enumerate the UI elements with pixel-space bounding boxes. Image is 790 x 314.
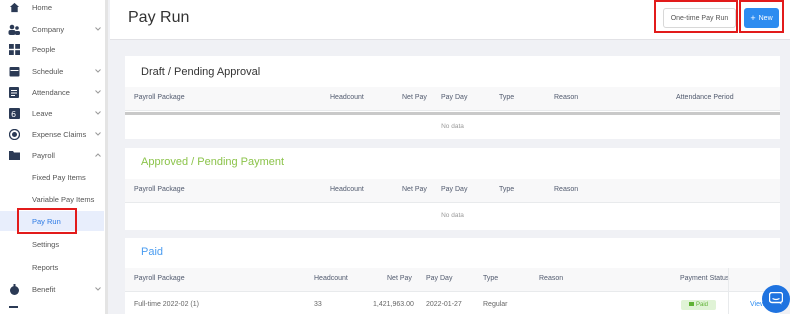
svg-text:6: 6 (11, 110, 16, 119)
column-header: Payroll Package (134, 186, 185, 193)
column-header: Reason (554, 94, 579, 101)
sidebar-item-people[interactable]: People (0, 39, 104, 59)
chevron-down-icon (94, 67, 102, 75)
empty-state-text: No data (441, 212, 464, 219)
fixed-column-divider (728, 268, 729, 314)
chevron-down-icon (94, 130, 102, 138)
sidebar-item-benefit[interactable]: Benefit (0, 279, 104, 299)
approved-pending-payment-card: Approved / Pending Payment Payroll Packa… (125, 148, 780, 230)
draft-pending-approval-card: Draft / Pending Approval Payroll Package… (125, 56, 780, 139)
chevron-down-icon (94, 109, 102, 117)
home-icon (8, 1, 20, 13)
payroll-icon (8, 149, 20, 161)
card-title: Paid (141, 246, 164, 258)
column-header: Type (483, 275, 499, 282)
chevron-down-icon (94, 285, 102, 293)
status-badge: Paid (681, 300, 716, 310)
horizontal-scrollbar[interactable] (125, 112, 780, 115)
sidebar-item-fixed-pay-items[interactable]: Fixed Pay Items (0, 167, 104, 187)
sidebar: Home Company People Schedule Attendance … (0, 0, 108, 314)
chat-icon (768, 291, 784, 307)
column-header: Type (499, 94, 515, 101)
column-header: Type (499, 186, 515, 193)
chevron-down-icon (94, 88, 102, 96)
sidebar-item-company[interactable]: Company (0, 19, 104, 39)
sidebar-item-label: Company (32, 24, 65, 34)
sidebar-item-label: Variable Pay Items (32, 194, 95, 204)
cell-headcount: 33 (314, 301, 322, 308)
sidebar-item-payroll[interactable]: Payroll (0, 145, 104, 165)
sidebar-item-reports[interactable]: Reports (0, 257, 104, 277)
table-header: Payroll Package Headcount Net Pay Pay Da… (125, 87, 780, 111)
sidebar-item-label: Home (32, 2, 53, 12)
people-icon (8, 43, 20, 55)
sidebar-item-variable-pay-items[interactable]: Variable Pay Items (0, 189, 104, 209)
column-header: Payment Status (680, 275, 730, 282)
cell-payroll-package: Full-time 2022-02 (1) (134, 301, 199, 308)
cell-net-pay: 1,421,963.00 (373, 301, 414, 308)
card-title: Approved / Pending Payment (141, 156, 285, 168)
cell-type: Regular (483, 301, 508, 308)
table-header: Payroll Package Headcount Net Pay Pay Da… (125, 268, 780, 292)
column-header: Payroll Package (134, 275, 185, 282)
column-header: Net Pay (402, 94, 427, 101)
more-icon (9, 306, 18, 308)
sidebar-item-attendance[interactable]: Attendance (0, 82, 104, 102)
sidebar-item-label: Benefit (32, 284, 56, 294)
sidebar-item-schedule[interactable]: Schedule (0, 61, 104, 81)
column-header: Net Pay (387, 275, 412, 282)
sidebar-item-settings[interactable]: Settings (0, 234, 104, 254)
page-title: Pay Run (128, 9, 190, 26)
empty-state-text: No data (441, 123, 464, 130)
column-header: Headcount (330, 186, 364, 193)
benefit-icon (8, 283, 20, 295)
column-header: Pay Day (441, 186, 468, 193)
sidebar-scrollbar[interactable] (105, 0, 108, 314)
schedule-icon (8, 65, 20, 77)
sidebar-item-label: Payroll (32, 150, 55, 160)
sidebar-item-label: Settings (32, 239, 60, 249)
sidebar-item-leave[interactable]: 6 Leave (0, 103, 104, 123)
table-header: Payroll Package Headcount Net Pay Pay Da… (125, 179, 780, 203)
sidebar-item-label: Schedule (32, 66, 64, 76)
column-header: Attendance Period (676, 94, 734, 101)
sidebar-item-label: Attendance (32, 87, 70, 97)
column-header: Payroll Package (134, 94, 185, 101)
sidebar-item-label: People (32, 44, 56, 54)
cell-pay-day: 2022-01-27 (426, 301, 462, 308)
status-badge-label: Paid (695, 302, 708, 308)
chat-launcher-button[interactable] (762, 285, 790, 313)
paid-card: Paid Payroll Package Headcount Net Pay P… (125, 238, 780, 314)
chevron-down-icon (94, 25, 102, 33)
sidebar-item-label: Leave (32, 108, 53, 118)
column-header: Net Pay (402, 186, 427, 193)
column-header: Pay Day (441, 94, 468, 101)
sidebar-item-label: Expense Claims (32, 129, 87, 139)
page-header: Pay Run One-time Pay Run + New (110, 0, 790, 40)
company-icon (8, 23, 20, 35)
column-header: Reason (554, 186, 579, 193)
sidebar-item-expense-claims[interactable]: Expense Claims (0, 124, 104, 144)
highlight-box (654, 0, 738, 33)
sidebar-item-label: Fixed Pay Items (32, 172, 86, 182)
expense-icon (8, 128, 20, 140)
chevron-up-icon (94, 151, 102, 159)
money-icon (688, 302, 694, 308)
highlight-box (17, 208, 77, 234)
leave-icon: 6 (8, 107, 20, 119)
column-header: Pay Day (426, 275, 453, 282)
column-header: Reason (539, 275, 564, 282)
column-header: Headcount (330, 94, 364, 101)
highlight-box (739, 0, 784, 33)
sidebar-item-label: Reports (32, 262, 59, 272)
card-title: Draft / Pending Approval (141, 66, 261, 78)
attendance-icon (8, 86, 20, 98)
sidebar-item-home[interactable]: Home (0, 0, 104, 17)
column-header: Headcount (314, 275, 348, 282)
